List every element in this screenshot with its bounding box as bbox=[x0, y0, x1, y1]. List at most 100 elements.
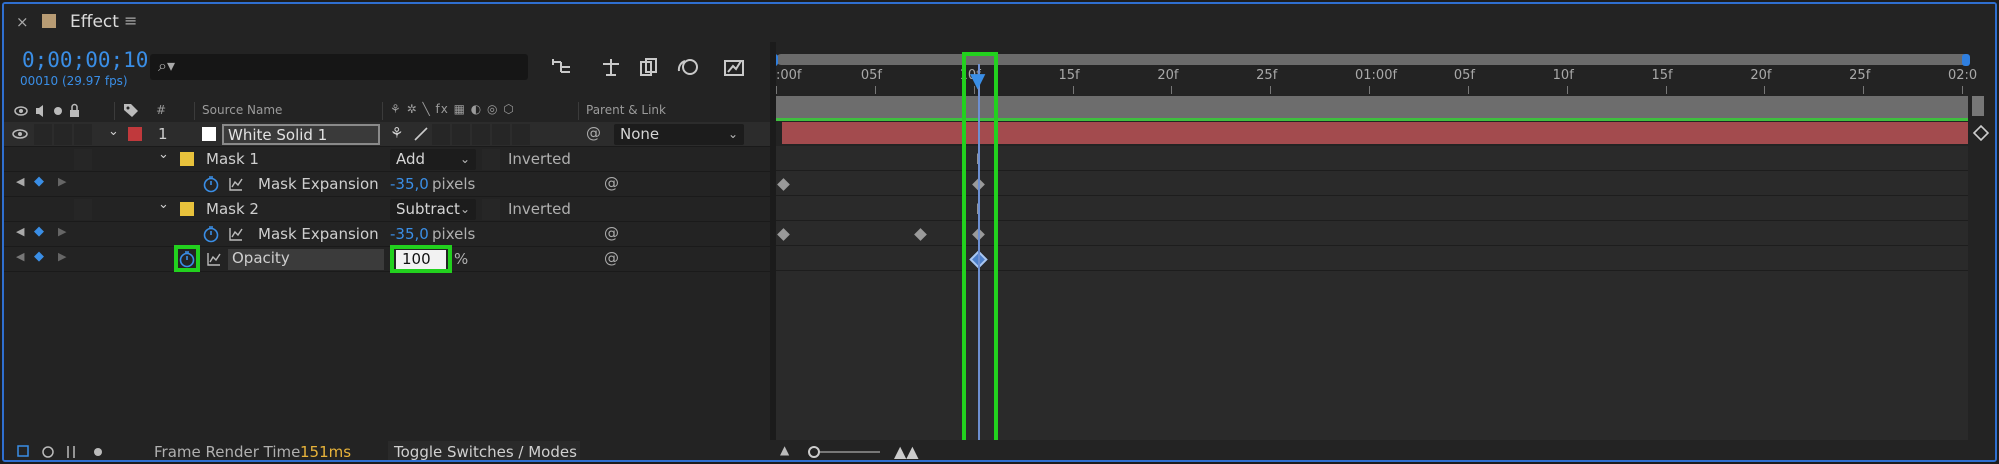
ruler-tick-label: 02:0 bbox=[1948, 68, 1978, 83]
mask-name[interactable]: Mask 2 bbox=[206, 200, 259, 218]
switches-icons: ⚘ ✲ ╲ fx ▦ ◐ ◎ ⬡ bbox=[390, 102, 515, 116]
chevron-down-icon[interactable]: ⌄ bbox=[108, 124, 119, 139]
next-keyframe-icon[interactable]: ▶ bbox=[58, 250, 66, 263]
next-keyframe-icon[interactable]: ▶ bbox=[58, 225, 66, 238]
fx-switch[interactable] bbox=[432, 124, 450, 145]
layer-label-color[interactable] bbox=[128, 127, 142, 141]
property-unit: pixels bbox=[432, 175, 476, 193]
motion-blur-switch[interactable] bbox=[472, 124, 490, 145]
comp-button-icon[interactable] bbox=[1970, 122, 1992, 144]
close-icon[interactable]: × bbox=[16, 13, 29, 31]
property-value[interactable]: -35,0 bbox=[390, 225, 429, 243]
keyframe-diamond-icon[interactable]: ◆ bbox=[34, 224, 44, 239]
ruler-tick bbox=[1270, 86, 1272, 94]
work-area-indicator bbox=[776, 118, 1968, 121]
next-keyframe-icon[interactable]: ▶ bbox=[58, 175, 66, 188]
timeline-tracks[interactable]: I I bbox=[776, 96, 1968, 440]
mask-name[interactable]: Mask 1 bbox=[206, 150, 259, 168]
ruler-tick-label: 15f bbox=[1651, 68, 1673, 83]
panel-menu-icon[interactable]: ≡ bbox=[124, 11, 137, 30]
zoom-out-icon[interactable]: ▲ bbox=[780, 443, 789, 457]
ruler-tick bbox=[1072, 86, 1074, 94]
time-navigator-end[interactable] bbox=[1962, 54, 1970, 66]
shy-switch-icon[interactable]: ⚘ bbox=[390, 124, 403, 142]
right-edge-marker[interactable] bbox=[1972, 96, 1984, 116]
stopwatch-icon[interactable] bbox=[202, 175, 220, 193]
mask-row[interactable]: ⌄ Mask 1 Add ⌄ Inverted bbox=[4, 147, 770, 172]
ruler-tick-label: 25f bbox=[1849, 68, 1871, 83]
parent-dropdown[interactable]: None ⌄ bbox=[614, 124, 744, 145]
column-divider bbox=[382, 102, 383, 120]
solid-thumbnail-icon bbox=[202, 127, 216, 141]
layer-row[interactable]: ⌄ 1 White Solid 1 ⚘ @ None ⌄ bbox=[4, 122, 770, 147]
pickwhip-icon[interactable]: @ bbox=[604, 249, 619, 267]
footer-toggle-icons[interactable] bbox=[16, 444, 116, 460]
pickwhip-icon[interactable]: @ bbox=[604, 224, 619, 242]
draft-3d-icon[interactable] bbox=[600, 56, 622, 78]
time-navigator-bar[interactable] bbox=[776, 54, 1968, 65]
chevron-down-icon[interactable]: ⌄ bbox=[158, 197, 169, 212]
opacity-input[interactable]: 100 bbox=[396, 250, 446, 269]
graph-icon[interactable] bbox=[228, 176, 244, 192]
property-value[interactable]: -35,0 bbox=[390, 175, 429, 193]
prev-keyframe-icon[interactable]: ◀ bbox=[16, 175, 24, 188]
work-area-bar[interactable] bbox=[776, 96, 1968, 118]
inverted-checkbox[interactable] bbox=[482, 149, 500, 170]
keyframe-diamond-icon[interactable]: ◆ bbox=[34, 249, 44, 264]
3d-switch[interactable] bbox=[512, 124, 530, 145]
zoom-slider-handle[interactable] bbox=[808, 446, 820, 458]
mask-mode-dropdown[interactable]: Add ⌄ bbox=[390, 149, 476, 170]
property-row[interactable]: ◀ ◆ ▶ Opacity 100 % @ bbox=[4, 245, 770, 273]
property-name: Mask Expansion bbox=[258, 225, 379, 243]
current-time-display[interactable]: 0;00;00;10 bbox=[22, 48, 148, 72]
mask-mode-dropdown[interactable]: Subtract ⌄ bbox=[390, 199, 476, 220]
ruler-tick-label: 05f bbox=[860, 68, 882, 83]
mask-color-swatch[interactable] bbox=[180, 152, 194, 166]
inverted-label: Inverted bbox=[508, 150, 571, 168]
stopwatch-icon[interactable] bbox=[178, 250, 196, 268]
pickwhip-icon[interactable]: @ bbox=[586, 124, 601, 142]
zoom-slider[interactable] bbox=[810, 451, 880, 453]
layer-name-field[interactable]: White Solid 1 bbox=[222, 124, 380, 145]
frame-blending-icon[interactable] bbox=[638, 56, 660, 78]
mask-row[interactable]: ⌄ Mask 2 Subtract ⌄ Inverted bbox=[4, 197, 770, 222]
property-row[interactable]: ◀ ◆ ▶ Mask Expansion -35,0 pixels @ bbox=[4, 172, 770, 197]
comp-mini-flowchart-icon[interactable] bbox=[550, 56, 574, 78]
search-input[interactable]: ⌕▾ bbox=[150, 54, 528, 80]
graph-editor-icon[interactable] bbox=[722, 56, 746, 78]
mask-lock-switch[interactable] bbox=[74, 199, 92, 220]
audio-switch[interactable] bbox=[34, 124, 52, 145]
lock-switch[interactable] bbox=[74, 124, 92, 145]
av-features-icons[interactable] bbox=[14, 103, 86, 119]
chevron-down-icon[interactable]: ⌄ bbox=[158, 147, 169, 162]
ruler-tick bbox=[1764, 86, 1766, 94]
property-row[interactable]: ◀ ◆ ▶ Mask Expansion -35,0 pixels @ bbox=[4, 222, 770, 247]
track-row bbox=[776, 196, 1968, 221]
graph-icon[interactable] bbox=[206, 251, 222, 267]
keyframe-diamond-icon[interactable]: ◆ bbox=[34, 174, 44, 189]
column-parent-link[interactable]: Parent & Link bbox=[586, 103, 666, 117]
mask-color-swatch[interactable] bbox=[180, 202, 194, 216]
quality-switch-icon[interactable] bbox=[412, 126, 430, 142]
graph-icon[interactable] bbox=[228, 226, 244, 242]
toggle-switches-button[interactable]: Toggle Switches / Modes bbox=[388, 441, 580, 460]
ruler-tick-label: 20f bbox=[1750, 68, 1772, 83]
layer-duration-bar[interactable] bbox=[782, 122, 1968, 144]
eye-icon[interactable] bbox=[12, 129, 28, 139]
zoom-in-icon[interactable]: ▲▲ bbox=[894, 442, 919, 460]
tab-title[interactable]: Effect bbox=[70, 12, 119, 32]
pickwhip-icon[interactable]: @ bbox=[604, 174, 619, 192]
motion-blur-icon[interactable] bbox=[676, 56, 700, 78]
prev-keyframe-icon[interactable]: ◀ bbox=[16, 250, 24, 263]
frame-blend-switch[interactable] bbox=[452, 124, 470, 145]
stopwatch-icon[interactable] bbox=[202, 225, 220, 243]
mask-lock-switch[interactable] bbox=[74, 149, 92, 170]
inverted-checkbox[interactable] bbox=[482, 199, 500, 220]
frame-render-label: Frame Render Time bbox=[154, 443, 301, 461]
ruler-tick-label: 20f bbox=[1157, 68, 1179, 83]
adjustment-switch[interactable] bbox=[492, 124, 510, 145]
solo-switch[interactable] bbox=[54, 124, 72, 145]
track-empty-area bbox=[776, 271, 1968, 440]
prev-keyframe-icon[interactable]: ◀ bbox=[16, 225, 24, 238]
column-source-name[interactable]: Source Name bbox=[202, 103, 282, 117]
